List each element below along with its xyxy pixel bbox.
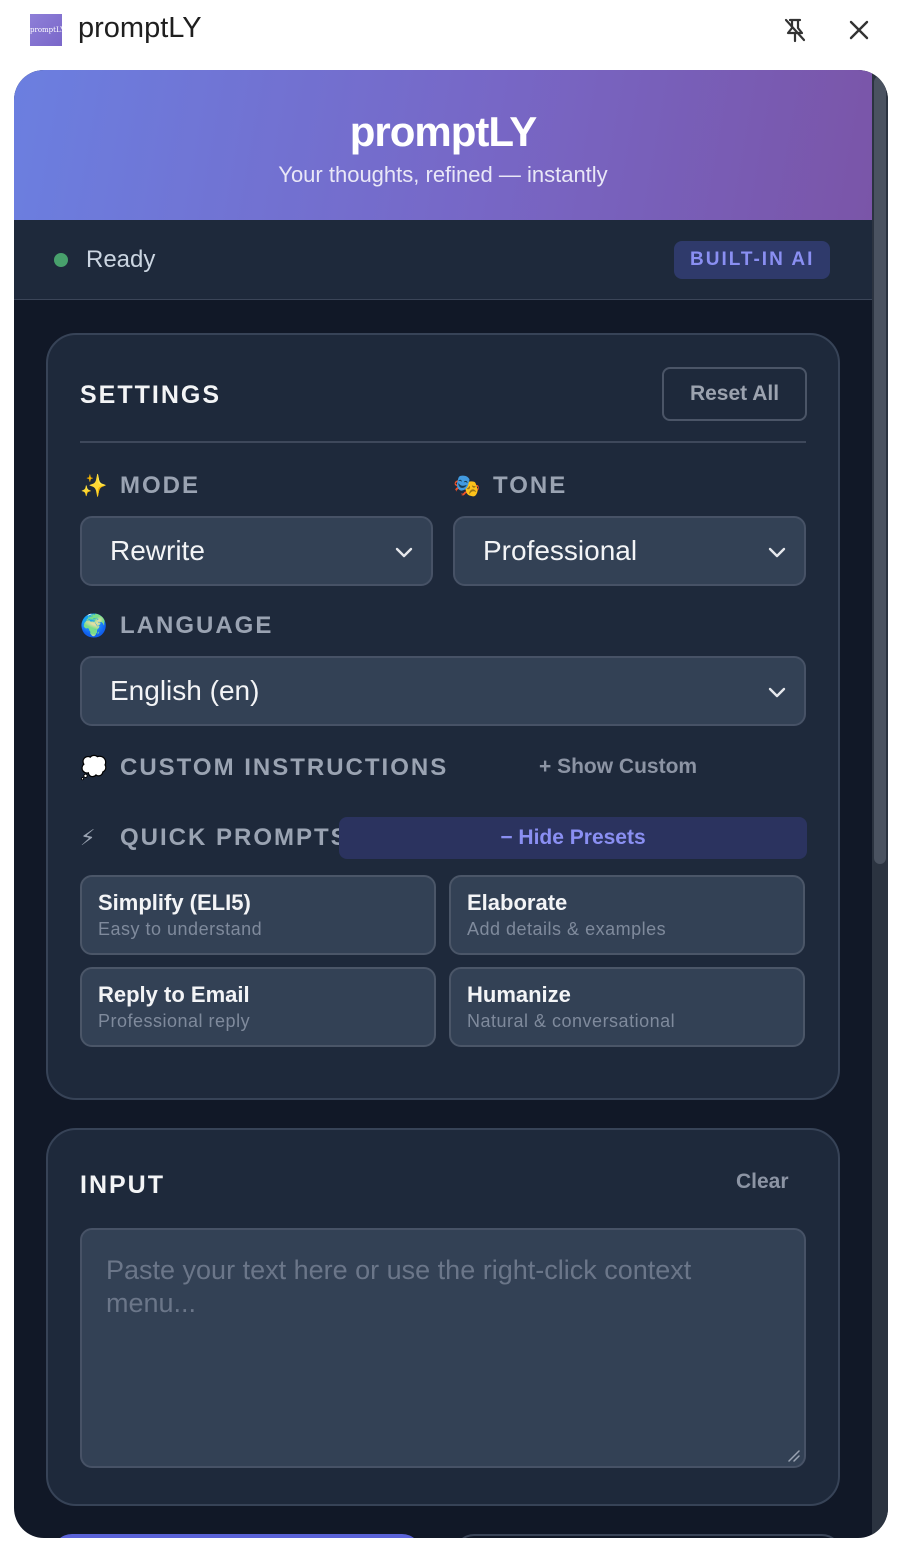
language-select-value: English (en) bbox=[110, 675, 260, 706]
preset-subtitle: Add details & examples bbox=[467, 919, 667, 939]
preset-title: Reply to Email bbox=[98, 982, 250, 1007]
language-label: 🌍 LANGUAGE bbox=[80, 612, 274, 639]
quick-prompts-label: ⚡ QUICK PROMPTS bbox=[80, 824, 349, 851]
preset-subtitle: Easy to understand bbox=[98, 919, 263, 939]
preset-subtitle: Natural & conversational bbox=[467, 1011, 676, 1031]
status-bar: Ready BUILT-IN AI bbox=[14, 220, 872, 300]
close-icon[interactable] bbox=[843, 14, 875, 46]
built-in-ai-badge: BUILT-IN AI bbox=[674, 241, 831, 279]
reset-all-button[interactable]: Reset All bbox=[662, 367, 807, 421]
tone-select-value: Professional bbox=[483, 535, 638, 566]
preset-elaborate[interactable]: Elaborate Add details & examples bbox=[449, 875, 805, 955]
preset-reply-email[interactable]: Reply to Email Professional reply bbox=[80, 967, 436, 1047]
chevron-down-icon bbox=[768, 547, 786, 558]
side-panel-titlebar: promptLY promptLY bbox=[0, 0, 906, 62]
input-textarea[interactable]: Paste your text here or use the right-cl… bbox=[80, 1228, 806, 1468]
input-card: INPUT Clear Paste your text here or use … bbox=[46, 1128, 840, 1506]
resize-grip-icon[interactable] bbox=[786, 1448, 800, 1462]
mode-label: ✨ MODE bbox=[80, 472, 200, 499]
divider bbox=[80, 441, 806, 443]
settings-title: SETTINGS bbox=[80, 381, 222, 409]
language-select[interactable]: English (en) bbox=[80, 656, 806, 726]
status-text: Ready bbox=[86, 246, 156, 273]
extension-panel: promptLY Your thoughts, refined — instan… bbox=[14, 70, 888, 1538]
mode-select[interactable]: Rewrite bbox=[80, 516, 433, 586]
hide-presets-button[interactable]: − Hide Presets bbox=[339, 817, 807, 859]
lightning-icon: ⚡ bbox=[80, 825, 96, 850]
tone-select[interactable]: Professional bbox=[453, 516, 806, 586]
settings-card: SETTINGS Reset All ✨ MODE Rewrite 🎭 TONE P… bbox=[46, 333, 840, 1100]
custom-instructions-label: 💭 CUSTOM INSTRUCTIONS bbox=[80, 754, 449, 781]
show-custom-button[interactable]: + Show Custom bbox=[539, 755, 697, 779]
preset-title: Elaborate bbox=[467, 890, 568, 915]
app-title: promptLY bbox=[349, 108, 537, 155]
status-dot-icon bbox=[54, 253, 68, 267]
preset-title: Simplify (ELI5) bbox=[98, 890, 251, 915]
side-panel-app-name: promptLY bbox=[78, 12, 202, 44]
thought-bubble-icon: 💭 bbox=[80, 755, 108, 780]
app-subtitle: Your thoughts, refined — instantly bbox=[278, 162, 608, 187]
input-placeholder: Paste your text here or use the right-cl… bbox=[106, 1255, 692, 1318]
preset-subtitle: Professional reply bbox=[98, 1011, 251, 1031]
theater-masks-icon: 🎭 bbox=[453, 473, 481, 498]
primary-action-button[interactable] bbox=[52, 1534, 422, 1538]
unpin-icon[interactable] bbox=[779, 14, 811, 46]
preset-simplify[interactable]: Simplify (ELI5) Easy to understand bbox=[80, 875, 436, 955]
input-title: INPUT bbox=[80, 1171, 165, 1199]
tone-label: 🎭 TONE bbox=[453, 472, 568, 499]
secondary-action-button[interactable] bbox=[454, 1534, 842, 1538]
scrollbar[interactable] bbox=[872, 70, 888, 1538]
preset-title: Humanize bbox=[467, 982, 571, 1007]
mode-select-value: Rewrite bbox=[110, 535, 205, 566]
sparkles-icon: ✨ bbox=[80, 473, 108, 498]
chevron-down-icon bbox=[768, 687, 786, 698]
app-header: promptLY Your thoughts, refined — instan… bbox=[14, 70, 872, 220]
preset-humanize[interactable]: Humanize Natural & conversational bbox=[449, 967, 805, 1047]
globe-icon: 🌍 bbox=[80, 613, 108, 638]
clear-button[interactable]: Clear bbox=[736, 1170, 789, 1194]
scrollbar-thumb[interactable] bbox=[874, 76, 886, 864]
app-logo: promptLY bbox=[30, 14, 62, 46]
chevron-down-icon bbox=[395, 547, 413, 558]
